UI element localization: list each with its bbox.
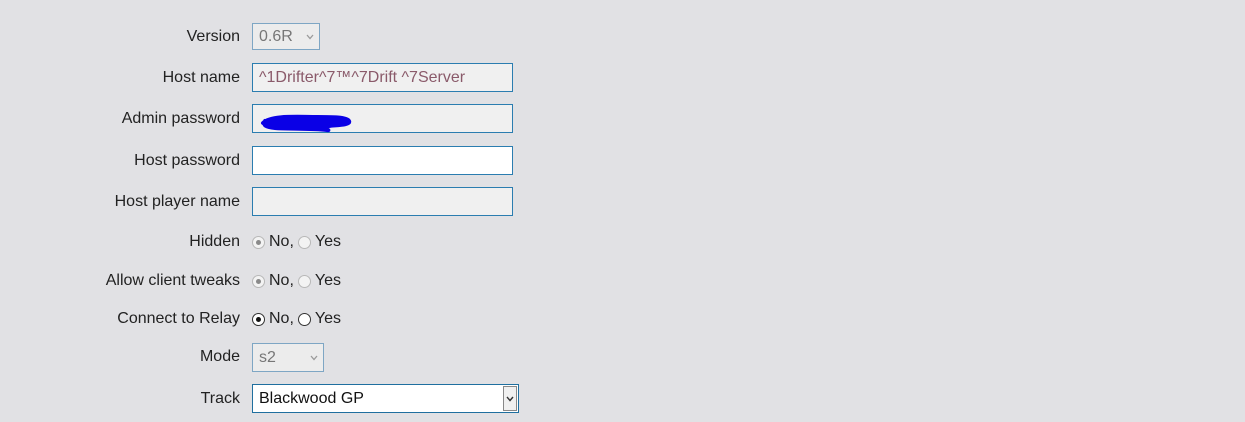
mode-value: s2	[259, 348, 276, 366]
version-row: Version 0.6R	[0, 23, 1245, 50]
radio-unchecked-icon[interactable]	[297, 235, 311, 249]
version-select[interactable]: 0.6R	[252, 23, 320, 50]
connect-to-relay-label: Connect to Relay	[117, 310, 240, 327]
connect-to-relay-radio-group: No, Yes	[252, 310, 345, 328]
radio-unchecked-icon[interactable]	[297, 312, 311, 326]
radio-unchecked-icon[interactable]	[297, 274, 311, 288]
host-password-label: Host password	[134, 152, 240, 169]
host-password-input[interactable]	[252, 146, 513, 175]
connect-to-relay-row: Connect to Relay No, Yes	[0, 309, 1245, 329]
host-player-name-label: Host player name	[114, 193, 240, 210]
allow-client-tweaks-label: Allow client tweaks	[105, 272, 240, 289]
redaction-scribble	[261, 114, 352, 133]
hidden-row: Hidden No, Yes	[0, 232, 1245, 252]
chevron-down-icon	[306, 34, 314, 40]
allow-client-tweaks-row: Allow client tweaks No, Yes	[0, 271, 1245, 291]
track-label: Track	[200, 390, 240, 407]
version-value: 0.6R	[259, 27, 293, 45]
admin-password-label: Admin password	[121, 110, 240, 127]
version-label: Version	[186, 28, 240, 45]
connect-to-relay-option-yes[interactable]: Yes	[297, 310, 341, 328]
radio-checked-icon[interactable]	[252, 312, 265, 326]
host-name-input[interactable]: ^1Drifter^7™^7Drift ^7Server	[252, 63, 513, 92]
mode-select[interactable]: s2	[252, 343, 324, 372]
hidden-radio-group: No, Yes	[252, 233, 345, 251]
chevron-down-icon	[310, 355, 318, 361]
track-select[interactable]: Blackwood GP	[252, 384, 519, 413]
host-name-row: Host name ^1Drifter^7™^7Drift ^7Server	[0, 63, 1245, 92]
hidden-option-no[interactable]: No,	[252, 233, 294, 251]
hidden-option-yes[interactable]: Yes	[297, 233, 341, 251]
mode-row: Mode s2	[0, 343, 1245, 372]
admin-password-input[interactable]	[252, 104, 513, 133]
allow-client-tweaks-option-yes[interactable]: Yes	[297, 272, 341, 290]
track-row: Track Blackwood GP	[0, 384, 1245, 413]
admin-password-row: Admin password	[0, 104, 1245, 133]
radio-checked-icon[interactable]	[252, 274, 265, 288]
mode-label: Mode	[199, 348, 240, 365]
dropdown-button[interactable]	[503, 386, 517, 411]
radio-checked-icon[interactable]	[252, 235, 265, 249]
connect-to-relay-option-no[interactable]: No,	[252, 310, 294, 328]
host-name-value: ^1Drifter^7™^7Drift ^7Server	[259, 68, 466, 86]
host-password-row: Host password	[0, 146, 1245, 175]
chevron-down-icon	[506, 396, 514, 402]
hidden-label: Hidden	[189, 233, 240, 250]
allow-client-tweaks-radio-group: No, Yes	[252, 272, 345, 290]
track-value: Blackwood GP	[259, 389, 364, 407]
host-player-name-input[interactable]	[252, 187, 513, 216]
host-player-name-row: Host player name	[0, 187, 1245, 216]
host-name-label: Host name	[162, 69, 240, 86]
allow-client-tweaks-option-no[interactable]: No,	[252, 272, 294, 290]
